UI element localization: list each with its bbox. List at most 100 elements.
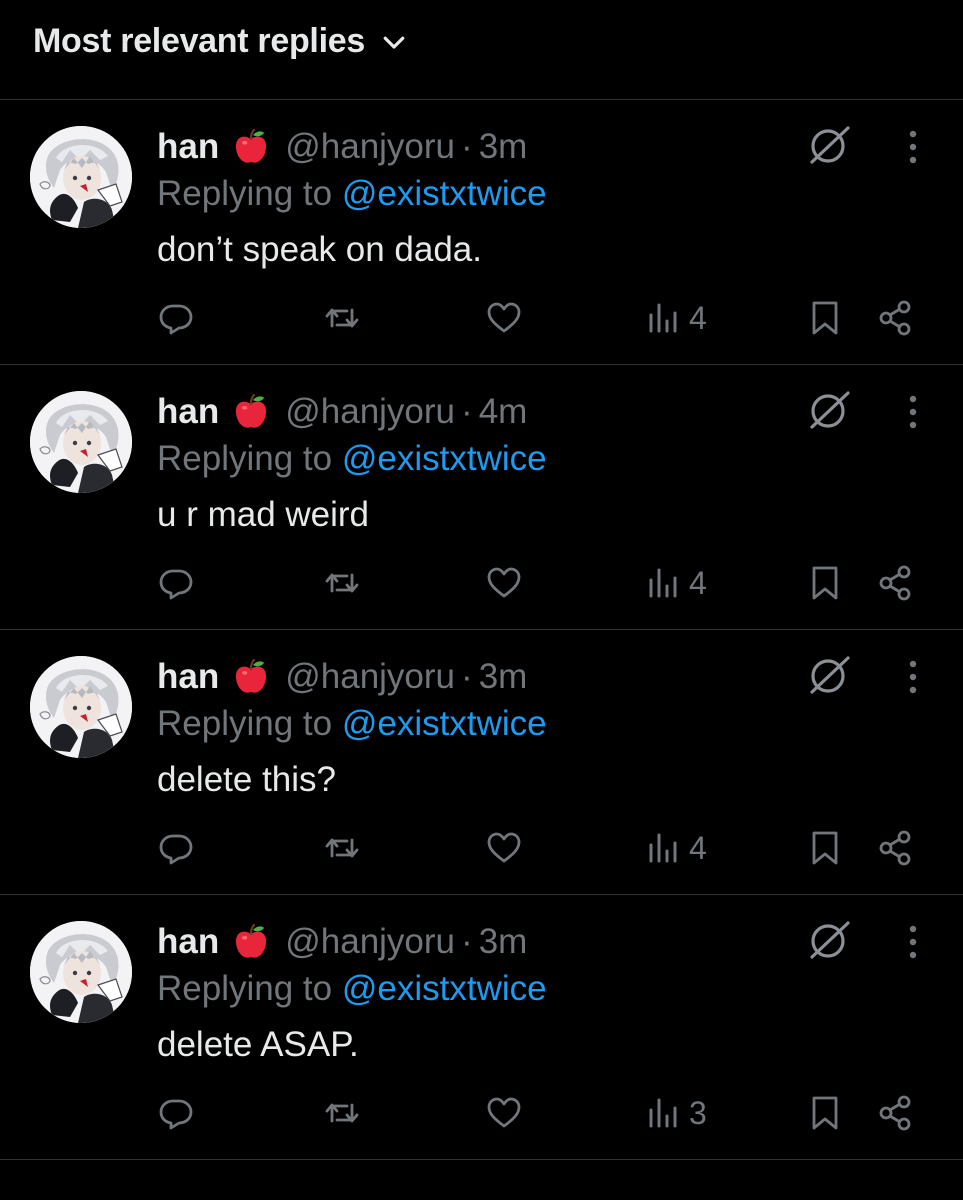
reply-button[interactable] bbox=[157, 298, 195, 338]
views-chart-icon bbox=[649, 303, 677, 333]
reply-header: han @hanjyoru · 4m bbox=[157, 387, 527, 437]
separator-dot: · bbox=[461, 127, 473, 166]
reply-item[interactable]: han @hanjyoru · 4m Replying to @existxtw… bbox=[0, 365, 963, 630]
avatar[interactable] bbox=[30, 126, 132, 228]
views-chart-icon bbox=[649, 1098, 677, 1128]
bookmark-button[interactable] bbox=[806, 298, 844, 338]
repost-icon bbox=[325, 308, 359, 328]
replying-to-line: Replying to @existxtwice bbox=[157, 174, 547, 214]
more-options-icon[interactable] bbox=[896, 922, 930, 962]
timestamp[interactable]: 3m bbox=[479, 127, 528, 167]
avatar-image bbox=[30, 126, 132, 228]
grok-icon[interactable] bbox=[806, 122, 852, 168]
author-name[interactable]: han bbox=[157, 127, 219, 167]
replying-to-prefix: Replying to bbox=[157, 704, 333, 743]
replying-to-link[interactable]: @existxtwice bbox=[342, 174, 547, 213]
like-button[interactable] bbox=[485, 1093, 523, 1133]
reply-button[interactable] bbox=[157, 563, 195, 603]
more-options-icon[interactable] bbox=[896, 657, 930, 697]
bookmark-icon bbox=[812, 1096, 838, 1130]
replying-to-line: Replying to @existxtwice bbox=[157, 439, 547, 479]
replying-to-link[interactable]: @existxtwice bbox=[342, 969, 547, 1008]
chevron-down-icon bbox=[383, 36, 405, 49]
heart-icon bbox=[487, 832, 521, 863]
bookmark-button[interactable] bbox=[806, 1093, 844, 1133]
red-apple-icon bbox=[236, 128, 267, 163]
repost-button[interactable] bbox=[323, 563, 361, 603]
repost-button[interactable] bbox=[323, 298, 361, 338]
timestamp[interactable]: 3m bbox=[479, 922, 528, 962]
views-count: 4 bbox=[689, 564, 707, 601]
reply-button[interactable] bbox=[157, 1093, 195, 1133]
views-count: 4 bbox=[689, 829, 707, 866]
avatar[interactable] bbox=[30, 921, 132, 1023]
comment-icon bbox=[159, 304, 193, 335]
share-icon bbox=[879, 830, 911, 866]
replying-to-line: Replying to @existxtwice bbox=[157, 704, 547, 744]
author-handle[interactable]: @hanjyoru bbox=[285, 922, 455, 962]
repost-button[interactable] bbox=[323, 1093, 361, 1133]
share-button[interactable] bbox=[876, 298, 914, 338]
share-button[interactable] bbox=[876, 828, 914, 868]
red-apple-icon bbox=[236, 393, 267, 428]
sort-replies-dropdown[interactable]: Most relevant replies bbox=[33, 22, 409, 61]
views-button[interactable]: 4 bbox=[645, 298, 707, 338]
author-name[interactable]: han bbox=[157, 922, 219, 962]
reply-text: don’t speak on dada. bbox=[157, 230, 482, 269]
views-count: 3 bbox=[689, 1094, 707, 1131]
reply-text: delete ASAP. bbox=[157, 1025, 359, 1064]
repost-icon bbox=[325, 573, 359, 593]
views-chart-icon bbox=[649, 568, 677, 598]
like-button[interactable] bbox=[485, 563, 523, 603]
comment-icon bbox=[159, 569, 193, 600]
more-options-icon[interactable] bbox=[896, 127, 930, 167]
separator-dot: · bbox=[461, 922, 473, 961]
repost-icon bbox=[325, 1103, 359, 1123]
author-name[interactable]: han bbox=[157, 392, 219, 432]
bookmark-button[interactable] bbox=[806, 828, 844, 868]
author-handle[interactable]: @hanjyoru bbox=[285, 657, 455, 697]
views-button[interactable]: 4 bbox=[645, 828, 707, 868]
like-button[interactable] bbox=[485, 298, 523, 338]
avatar-image bbox=[30, 656, 132, 758]
bookmark-button[interactable] bbox=[806, 563, 844, 603]
grok-icon[interactable] bbox=[806, 652, 852, 698]
replies-list: han @hanjyoru · 3m Replying to @existxtw… bbox=[0, 100, 963, 1160]
share-button[interactable] bbox=[876, 563, 914, 603]
share-button[interactable] bbox=[876, 1093, 914, 1133]
replying-to-link[interactable]: @existxtwice bbox=[342, 439, 547, 478]
grok-icon[interactable] bbox=[806, 917, 852, 963]
sort-label: Most relevant replies bbox=[33, 22, 365, 60]
replying-to-link[interactable]: @existxtwice bbox=[342, 704, 547, 743]
reply-text: u r mad weird bbox=[157, 495, 370, 534]
separator-dot: · bbox=[461, 657, 473, 696]
avatar[interactable] bbox=[30, 656, 132, 758]
avatar[interactable] bbox=[30, 391, 132, 493]
reply-header: han @hanjyoru · 3m bbox=[157, 652, 527, 702]
reply-button[interactable] bbox=[157, 828, 195, 868]
replying-to-prefix: Replying to bbox=[157, 969, 333, 1008]
share-icon bbox=[879, 1095, 911, 1131]
repost-icon bbox=[325, 838, 359, 858]
author-name[interactable]: han bbox=[157, 657, 219, 697]
more-options-icon[interactable] bbox=[896, 392, 930, 432]
like-button[interactable] bbox=[485, 828, 523, 868]
timestamp[interactable]: 3m bbox=[479, 657, 528, 697]
bookmark-icon bbox=[812, 566, 838, 600]
heart-icon bbox=[487, 567, 521, 598]
timestamp[interactable]: 4m bbox=[479, 392, 528, 432]
avatar-image bbox=[30, 391, 132, 493]
grok-icon[interactable] bbox=[806, 387, 852, 433]
heart-icon bbox=[487, 1097, 521, 1128]
replying-to-line: Replying to @existxtwice bbox=[157, 969, 547, 1009]
share-icon bbox=[879, 565, 911, 601]
views-chart-icon bbox=[649, 833, 677, 863]
views-button[interactable]: 3 bbox=[645, 1093, 707, 1133]
repost-button[interactable] bbox=[323, 828, 361, 868]
author-handle[interactable]: @hanjyoru bbox=[285, 127, 455, 167]
reply-item[interactable]: han @hanjyoru · 3m Replying to @existxtw… bbox=[0, 100, 963, 365]
views-button[interactable]: 4 bbox=[645, 563, 707, 603]
author-handle[interactable]: @hanjyoru bbox=[285, 392, 455, 432]
reply-item[interactable]: han @hanjyoru · 3m Replying to @existxtw… bbox=[0, 895, 963, 1160]
reply-item[interactable]: han @hanjyoru · 3m Replying to @existxtw… bbox=[0, 630, 963, 895]
